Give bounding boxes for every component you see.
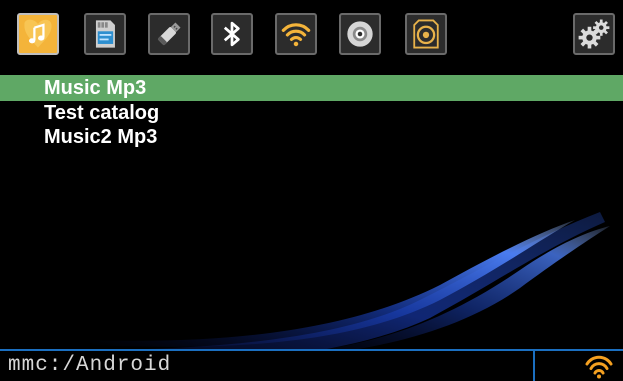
radio-source-button[interactable] bbox=[275, 13, 317, 55]
music-source-button[interactable] bbox=[17, 13, 59, 55]
status-bar: mmc:/Android bbox=[0, 349, 623, 381]
current-path: mmc:/Android bbox=[8, 354, 172, 377]
bluetooth-source-button[interactable] bbox=[211, 13, 253, 55]
list-item[interactable]: Music2 Mp3 bbox=[0, 125, 623, 149]
aux-source-button[interactable] bbox=[405, 13, 447, 55]
list-item[interactable]: Test catalog bbox=[0, 101, 623, 125]
aux-disc-icon bbox=[413, 19, 439, 49]
music-note-icon bbox=[24, 19, 52, 48]
wifi-signal-icon bbox=[585, 355, 613, 379]
settings-button[interactable] bbox=[573, 13, 615, 55]
source-toolbar bbox=[0, 0, 623, 73]
gears-icon bbox=[578, 19, 610, 49]
disc-source-button[interactable] bbox=[339, 13, 381, 55]
usb-source-button[interactable] bbox=[148, 13, 190, 55]
sd-card-source-button[interactable] bbox=[84, 13, 126, 55]
list-item[interactable]: Music Mp3 bbox=[0, 75, 623, 101]
usb-stick-icon bbox=[157, 22, 181, 46]
status-divider bbox=[533, 351, 535, 381]
file-list: Music Mp3 Test catalog Music2 Mp3 bbox=[0, 75, 623, 149]
sd-card-icon bbox=[95, 20, 115, 48]
bluetooth-icon bbox=[223, 21, 240, 47]
wifi-signal-icon bbox=[281, 23, 311, 47]
disc-icon bbox=[347, 21, 373, 47]
player-screen: Music Mp3 Test catalog Music2 Mp3 mmc:/A… bbox=[0, 0, 623, 381]
